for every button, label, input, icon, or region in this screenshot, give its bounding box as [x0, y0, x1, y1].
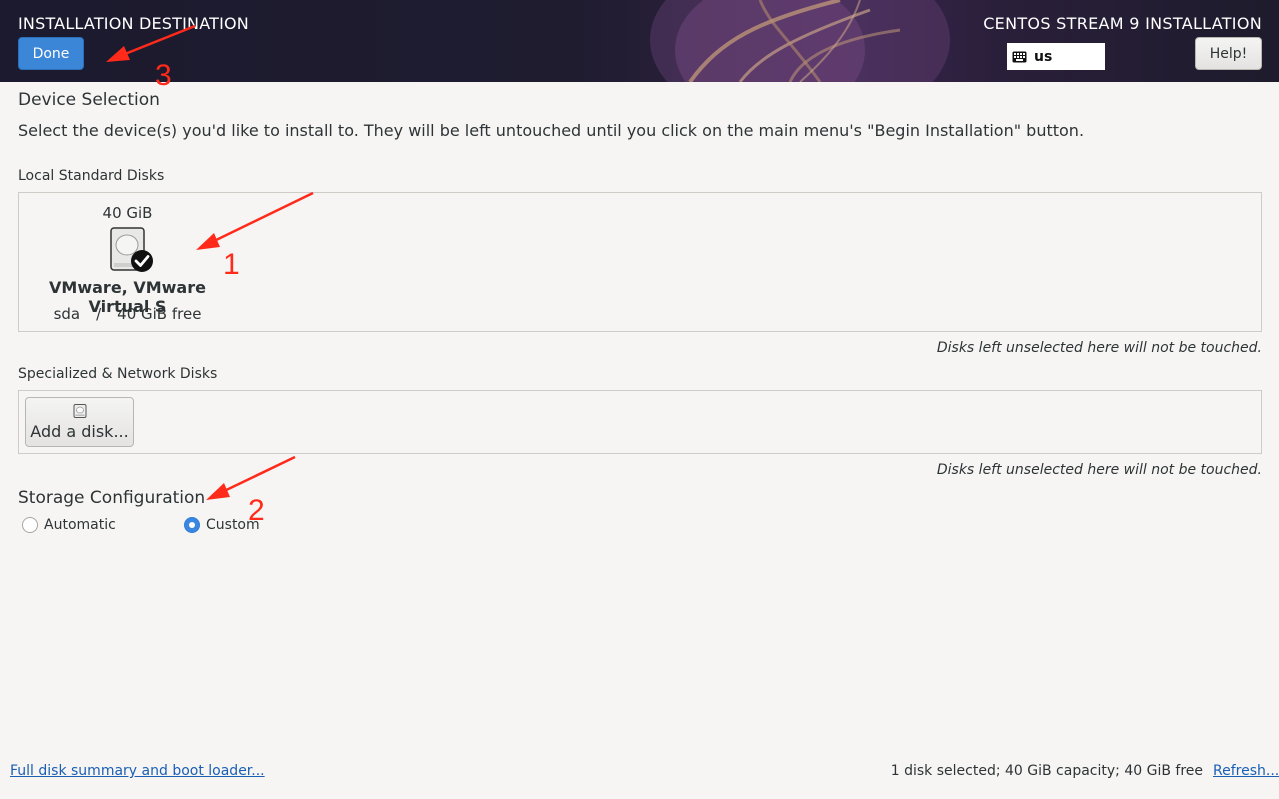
network-disks-panel: Add a disk...: [18, 390, 1262, 454]
disk-selection-status: 1 disk selected; 40 GiB capacity; 40 GiB…: [890, 763, 1203, 779]
annotation-number-2: 2: [248, 494, 265, 527]
keyboard-layout-indicator[interactable]: us: [1007, 43, 1105, 70]
add-disk-button[interactable]: Add a disk...: [25, 397, 134, 447]
radio-automatic[interactable]: Automatic: [22, 517, 116, 533]
disk-sda[interactable]: 40 GiB VMware, VMware Virtual S sda/40 G…: [20, 194, 235, 330]
page-title: INSTALLATION DESTINATION: [18, 14, 249, 33]
local-disks-note: Disks left unselected here will not be t…: [936, 340, 1262, 356]
hard-disk-selected-icon: [110, 227, 153, 272]
full-disk-summary-link[interactable]: Full disk summary and boot loader...: [10, 763, 265, 779]
device-selection-description: Select the device(s) you'd like to insta…: [18, 121, 1085, 140]
disk-free-label: 40 GiB free: [117, 305, 202, 323]
disk-size-label: 40 GiB: [102, 204, 153, 222]
local-disks-heading: Local Standard Disks: [18, 168, 165, 184]
refresh-link[interactable]: Refresh...: [1213, 763, 1279, 779]
keyboard-icon: [1012, 51, 1027, 62]
header-bar: INSTALLATION DESTINATION Done CENTOS STR…: [0, 0, 1279, 82]
product-title: CENTOS STREAM 9 INSTALLATION: [983, 14, 1262, 33]
annotation-number-3: 3: [155, 59, 172, 92]
keyboard-layout-label: us: [1034, 48, 1053, 65]
device-selection-heading: Device Selection: [18, 90, 160, 110]
radio-automatic-label: Automatic: [44, 517, 116, 533]
radio-custom-circle[interactable]: [184, 517, 200, 533]
disk-details: sda / 40 GiB free: [20, 305, 235, 323]
annotation-number-1: 1: [223, 248, 240, 281]
disk-device-label: sda: [53, 305, 81, 323]
add-disk-label: Add a disk...: [30, 422, 129, 441]
storage-config-heading: Storage Configuration: [18, 488, 206, 508]
network-disks-heading: Specialized & Network Disks: [18, 366, 218, 382]
disk-icon: [73, 404, 87, 418]
help-button[interactable]: Help!: [1195, 37, 1262, 70]
done-button[interactable]: Done: [18, 37, 84, 70]
network-disks-note: Disks left unselected here will not be t…: [936, 462, 1262, 478]
radio-automatic-circle[interactable]: [22, 517, 38, 533]
local-disks-panel: 40 GiB VMware, VMware Virtual S sda/40 G…: [18, 192, 1262, 332]
disk-details-separator: /: [96, 305, 102, 323]
